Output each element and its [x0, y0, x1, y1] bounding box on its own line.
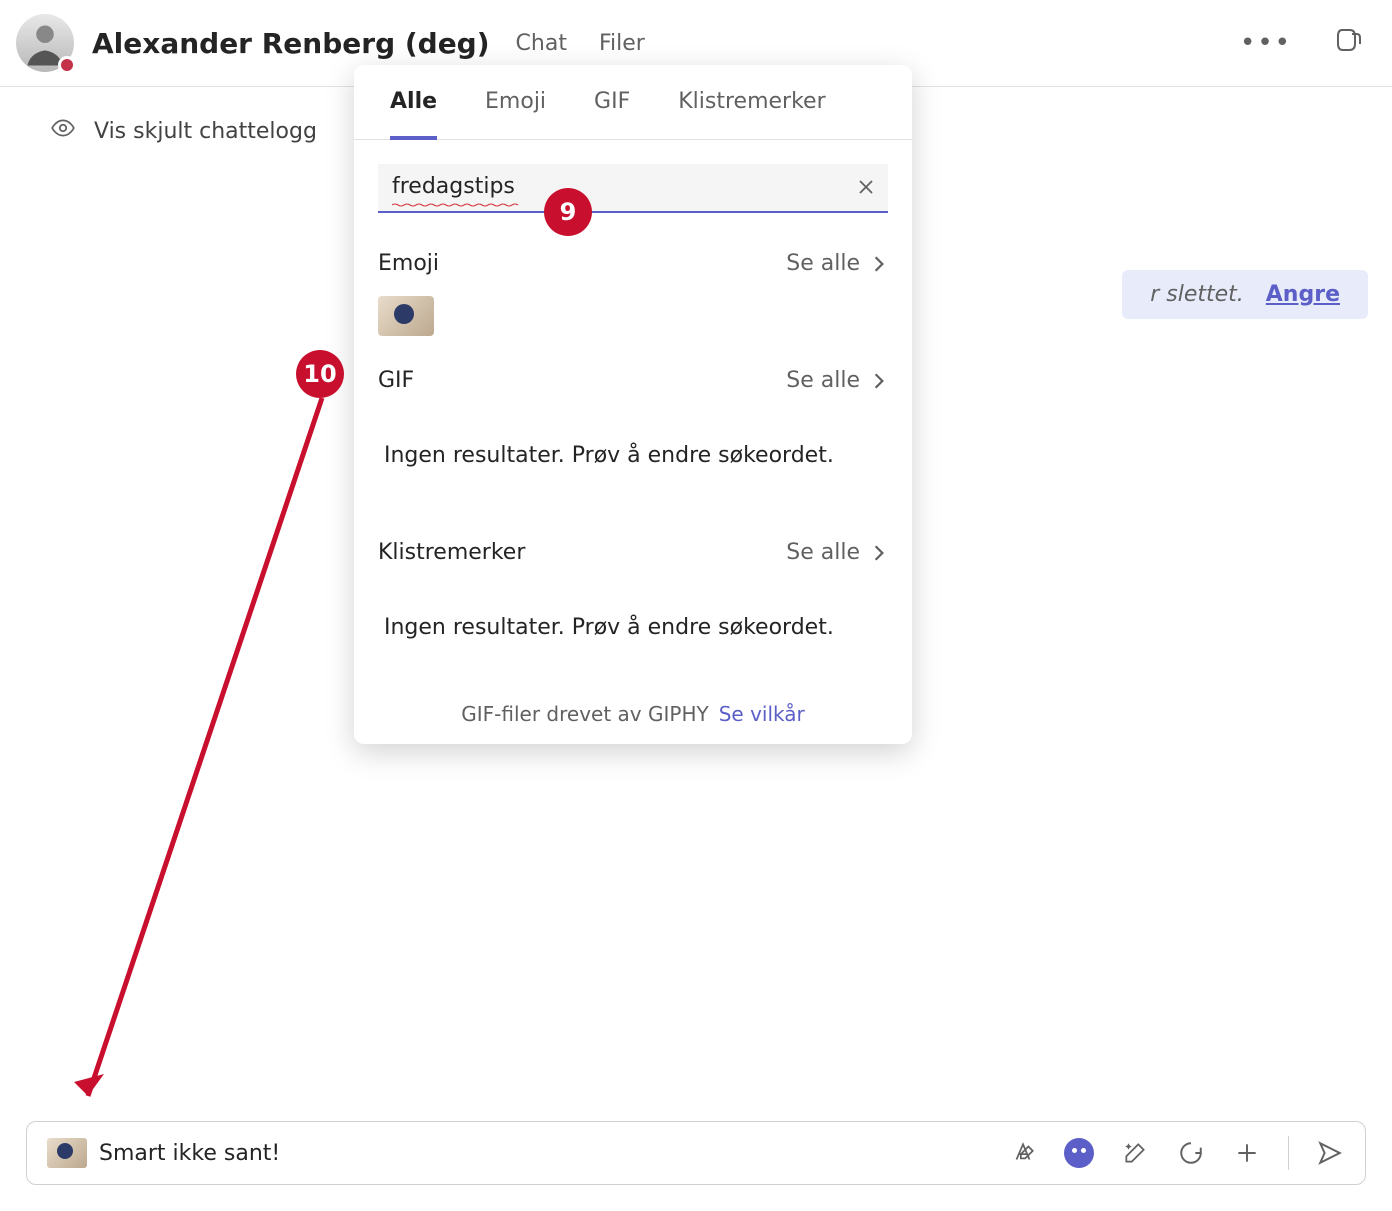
composer-text[interactable]: Smart ikke sant! — [99, 1141, 280, 1166]
section-header-emoji: Emoji Se alle — [378, 251, 888, 276]
tab-chat[interactable]: Chat — [516, 31, 567, 56]
giphy-attribution: GIF-filer drevet av GIPHY — [461, 702, 708, 726]
section-title-emoji: Emoji — [378, 251, 439, 276]
emoji-result-item[interactable] — [378, 296, 434, 336]
emoji-picker-popup: Alle Emoji GIF Klistremerker Emoji Se al… — [354, 65, 912, 744]
copilot-icon[interactable] — [1332, 25, 1364, 61]
message-composer[interactable]: Smart ikke sant! — [26, 1121, 1366, 1185]
giphy-footer: GIF-filer drevet av GIPHY Se vilkår — [354, 680, 912, 744]
annotation-badge-9: 9 — [544, 188, 592, 236]
chevron-right-icon — [870, 255, 888, 273]
toolbar-divider — [1288, 1136, 1289, 1170]
chat-title: Alexander Renberg (deg) — [92, 27, 490, 60]
giphy-terms-link[interactable]: Se vilkår — [719, 702, 805, 726]
annotation-badge-10: 10 — [296, 350, 344, 398]
see-all-stickers[interactable]: Se alle — [786, 540, 888, 565]
section-title-stickers: Klistremerker — [378, 540, 525, 565]
chevron-right-icon — [870, 372, 888, 390]
undo-link[interactable]: Angre — [1266, 282, 1340, 307]
clear-search-button[interactable] — [856, 177, 876, 201]
picker-tab-all[interactable]: Alle — [390, 89, 437, 140]
picker-tab-gif[interactable]: GIF — [594, 89, 630, 139]
add-button[interactable] — [1232, 1138, 1262, 1168]
section-title-gif: GIF — [378, 368, 414, 393]
loop-component-button[interactable] — [1176, 1138, 1206, 1168]
section-header-stickers: Klistremerker Se alle — [378, 540, 888, 565]
show-hidden-label: Vis skjult chattelogg — [94, 119, 317, 144]
avatar[interactable] — [16, 14, 74, 72]
emoji-picker-button[interactable] — [1064, 1138, 1094, 1168]
format-text-button[interactable] — [1008, 1138, 1038, 1168]
header-tabs: Chat Filer — [516, 31, 645, 56]
stickers-no-results: Ingen resultater. Prøv å endre søkeordet… — [378, 565, 888, 680]
see-all-emoji[interactable]: Se alle — [786, 251, 888, 276]
picker-search-input[interactable] — [378, 164, 888, 213]
picker-search — [378, 164, 888, 213]
eye-icon — [50, 115, 76, 147]
gif-no-results: Ingen resultater. Prøv å endre søkeordet… — [378, 393, 888, 508]
picker-tab-emoji[interactable]: Emoji — [485, 89, 546, 139]
sparkle-edit-button[interactable] — [1120, 1138, 1150, 1168]
send-button[interactable] — [1315, 1138, 1345, 1168]
picker-tabs: Alle Emoji GIF Klistremerker — [354, 65, 912, 140]
chevron-right-icon — [870, 544, 888, 562]
presence-badge — [58, 56, 76, 74]
composer-toolbar — [1008, 1136, 1345, 1170]
composer-inserted-emoji[interactable] — [47, 1138, 87, 1168]
tab-files[interactable]: Filer — [599, 31, 645, 56]
see-all-gif[interactable]: Se alle — [786, 368, 888, 393]
picker-tab-stickers[interactable]: Klistremerker — [678, 89, 825, 139]
more-options-button[interactable]: ••• — [1240, 30, 1292, 56]
section-header-gif: GIF Se alle — [378, 368, 888, 393]
annotation-arrow — [60, 398, 360, 1118]
deleted-message-banner: r slettet. Angre — [1122, 270, 1368, 319]
deleted-text: r slettet. — [1150, 282, 1244, 307]
